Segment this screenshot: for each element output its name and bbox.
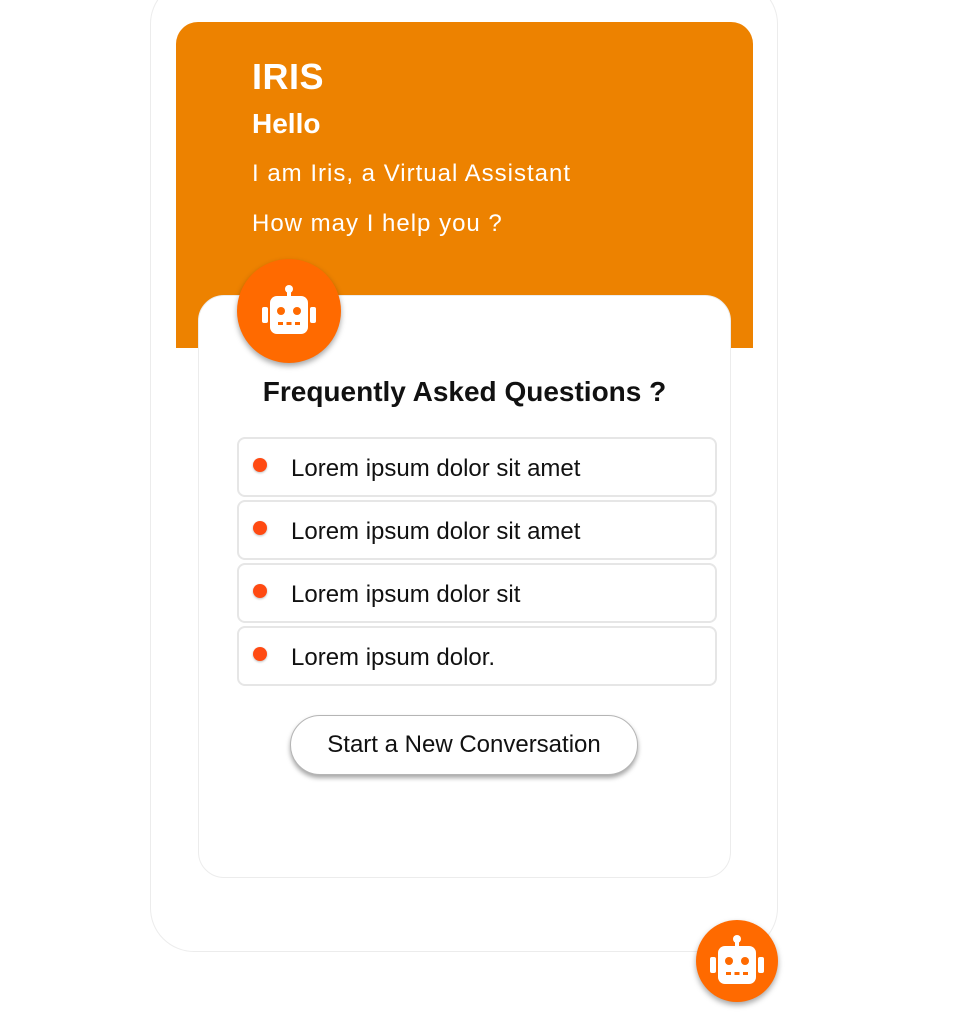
- faq-item-label: Lorem ipsum dolor.: [291, 644, 496, 671]
- intro-text: I am Iris, a Virtual Assistant: [252, 160, 571, 187]
- assistant-name: IRIS: [252, 56, 325, 97]
- faq-item-label: Lorem ipsum dolor sit amet: [291, 518, 581, 545]
- faq-item-label: Lorem ipsum dolor sit amet: [291, 455, 581, 482]
- assistant-avatar: [237, 259, 341, 363]
- page: IRIS Hello I am Iris, a Virtual Assistan…: [0, 0, 974, 1014]
- faq-list: Lorem ipsum dolor sit amet Lorem ipsum d…: [237, 437, 717, 689]
- chat-launcher-button[interactable]: [696, 920, 778, 1002]
- faq-item[interactable]: Lorem ipsum dolor sit amet: [237, 500, 717, 560]
- robot-icon: [262, 285, 316, 334]
- bullet-dot-icon: [253, 521, 267, 535]
- bullet-dot-icon: [253, 458, 267, 472]
- help-prompt-text: How may I help you ?: [252, 210, 503, 237]
- faq-item[interactable]: Lorem ipsum dolor sit amet: [237, 437, 717, 497]
- start-new-conversation-button[interactable]: Start a New Conversation: [290, 715, 638, 775]
- faq-item-label: Lorem ipsum dolor sit: [291, 581, 521, 608]
- robot-icon: [710, 935, 764, 984]
- faq-heading: Frequently Asked Questions ?: [262, 376, 667, 407]
- faq-item[interactable]: Lorem ipsum dolor sit: [237, 563, 717, 623]
- greeting-text: Hello: [252, 108, 321, 139]
- bullet-dot-icon: [253, 647, 267, 661]
- faq-item[interactable]: Lorem ipsum dolor.: [237, 626, 717, 686]
- bullet-dot-icon: [253, 584, 267, 598]
